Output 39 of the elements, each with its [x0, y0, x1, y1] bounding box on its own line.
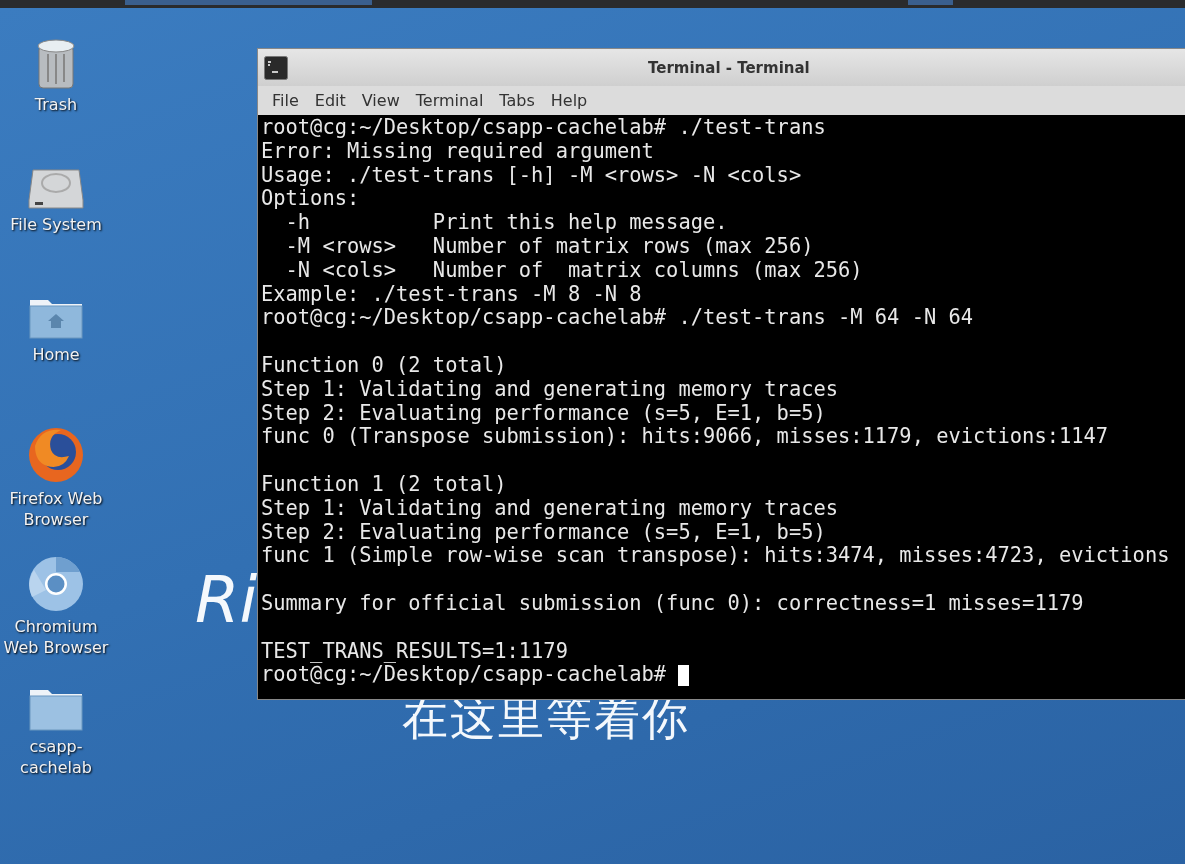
terminal-line: TEST_TRANS_RESULTS=1:1179: [261, 639, 568, 664]
terminal-line: -N <cols> Number of matrix columns (max 256): [284, 258, 863, 283]
desktop-icon-label[interactable]: csapp-cachelab: [2, 736, 110, 778]
terminal-line: Usage: ./test-trans [-h] -M <rows> -N <cols>: [261, 163, 802, 188]
desktop-icon-label[interactable]: Trash: [2, 94, 110, 115]
terminal-line: Summary for official submission (func 0): correctness=1 misses=1179: [261, 591, 1084, 616]
hard-drive-icon[interactable]: [27, 166, 85, 210]
terminal-line: Example: ./test-trans -M 8 -N 8: [261, 282, 642, 307]
terminal-line: Function 0 (2 total): [261, 353, 507, 378]
terminal-line: root@cg:~/Desktop/csapp-cachelab# ./test-trans: [261, 116, 826, 140]
desktop-icon-label[interactable]: Home: [2, 344, 110, 365]
terminal-line: -h Print this help message.: [284, 211, 728, 235]
firefox-icon[interactable]: [27, 426, 85, 484]
terminal-line: Step 2: Evaluating performance (s=5, E=1, b=5): [261, 401, 826, 426]
window-title: Terminal - Terminal: [648, 58, 810, 77]
terminal-line: Step 1: Validating and generating memory traces: [261, 496, 838, 521]
wallpaper-text: Ri: [195, 563, 258, 637]
terminal-line: func 0 (Transpose submission): hits:9066, misses:1179, evictions:1147: [261, 425, 1109, 450]
chromium-icon[interactable]: [28, 556, 84, 612]
terminal-line: root@cg:~/Desktop/csapp-cachelab# ./test-trans -M 64 -N 64: [261, 306, 974, 331]
menu-item[interactable]: View: [353, 91, 408, 110]
terminal-line: -M <rows> Number of matrix rows (max 256): [284, 235, 814, 259]
terminal-line: Function 1 (2 total): [261, 472, 507, 497]
menu-item[interactable]: Edit: [306, 91, 354, 110]
desktop-icon-label[interactable]: File System: [2, 214, 110, 235]
terminal-line: Error: Missing required argument: [261, 139, 654, 164]
menu-item[interactable]: Terminal: [407, 91, 492, 110]
terminal-line: Step 2: Evaluating performance (s=5, E=1, b=5): [261, 520, 826, 545]
menu-item[interactable]: Tabs: [491, 91, 543, 110]
menu-item[interactable]: Help: [542, 91, 596, 110]
terminal-line: Step 1: Validating and generating memory traces: [261, 377, 838, 402]
terminal-line: Options:: [261, 187, 360, 212]
terminal-line: func 1 (Simple row-wise scan transpose): hits:3474, misses:4723, evictions: [261, 544, 1170, 569]
desktop-icon-label[interactable]: Firefox Web Browser: [2, 488, 110, 530]
text-cursor: [678, 664, 690, 686]
menu-item[interactable]: File: [264, 91, 307, 110]
desktop-icon-label[interactable]: Chromium Web Browser: [2, 616, 110, 658]
terminal-icon: [264, 55, 288, 80]
terminal-prompt: root@cg:~/Desktop/csapp-cachelab#: [261, 663, 668, 688]
